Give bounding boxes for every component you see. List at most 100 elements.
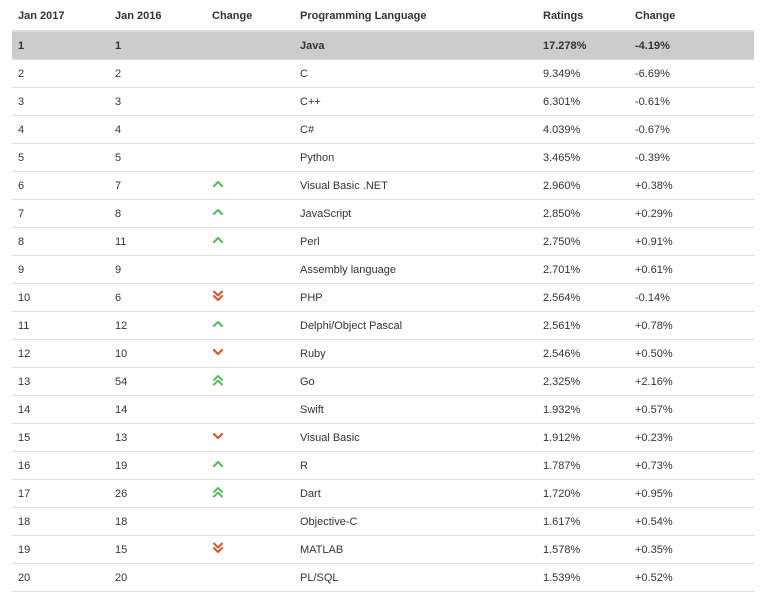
trend-cell: [206, 563, 294, 592]
language-cell: R: [294, 451, 537, 480]
change-cell: -0.61%: [629, 87, 754, 116]
rating-cell: 2.850%: [537, 199, 629, 228]
rank-2016-cell: 26: [109, 479, 206, 508]
chevron-up-icon: [212, 207, 224, 217]
change-cell: +0.91%: [629, 227, 754, 256]
trend-cell: [206, 115, 294, 144]
rating-cell: 6.301%: [537, 87, 629, 116]
change-cell: -6.69%: [629, 59, 754, 88]
rank-2016-cell: 6: [109, 283, 206, 312]
trend-cell: [206, 199, 294, 228]
change-cell: -0.14%: [629, 283, 754, 312]
rating-cell: 1.578%: [537, 535, 629, 564]
rank-2017-cell: 5: [12, 143, 109, 172]
trend-cell: [206, 59, 294, 88]
header-jan2017[interactable]: Jan 2017: [12, 2, 109, 32]
rank-2017-cell: 6: [12, 171, 109, 200]
rank-2016-cell: 20: [109, 563, 206, 592]
rating-cell: 2.546%: [537, 339, 629, 368]
trend-cell: [206, 171, 294, 200]
language-cell: Assembly language: [294, 255, 537, 284]
rank-2016-cell: 54: [109, 367, 206, 396]
header-jan2016[interactable]: Jan 2016: [109, 2, 206, 32]
rank-2017-cell: 13: [12, 367, 109, 396]
ranking-table: Jan 2017 Jan 2016 Change Programming Lan…: [12, 2, 754, 592]
table-row: 14 14 Swift 1.932% +0.57%: [12, 395, 754, 424]
table-row: 6 7 Visual Basic .NET 2.960% +0.38%: [12, 171, 754, 200]
language-cell: Python: [294, 143, 537, 172]
language-cell: Go: [294, 367, 537, 396]
rank-2016-cell: 15: [109, 535, 206, 564]
language-cell: C: [294, 59, 537, 88]
change-cell: +0.50%: [629, 339, 754, 368]
table-row: 10 6 PHP 2.564% -0.14%: [12, 283, 754, 312]
rating-cell: 4.039%: [537, 115, 629, 144]
rank-2017-cell: 8: [12, 227, 109, 256]
table-row: 16 19 R 1.787% +0.73%: [12, 451, 754, 480]
trend-cell: [206, 31, 294, 60]
rank-2017-cell: 11: [12, 311, 109, 340]
header-change-pct[interactable]: Change: [629, 2, 754, 32]
trend-cell: [206, 479, 294, 508]
table-row: 8 11 Perl 2.750% +0.91%: [12, 227, 754, 256]
trend-cell: [206, 423, 294, 452]
language-cell: C#: [294, 115, 537, 144]
rank-2017-cell: 18: [12, 507, 109, 536]
language-cell: Dart: [294, 479, 537, 508]
table-row: 18 18 Objective-C 1.617% +0.54%: [12, 507, 754, 536]
rank-2016-cell: 4: [109, 115, 206, 144]
change-cell: +0.29%: [629, 199, 754, 228]
table-row: 20 20 PL/SQL 1.539% +0.52%: [12, 563, 754, 592]
change-cell: -0.67%: [629, 115, 754, 144]
trend-cell: [206, 143, 294, 172]
chevron-up-icon: [212, 179, 224, 189]
header-change[interactable]: Change: [206, 2, 294, 32]
change-cell: +0.57%: [629, 395, 754, 424]
rank-2016-cell: 5: [109, 143, 206, 172]
trend-cell: [206, 339, 294, 368]
table-row: 12 10 Ruby 2.546% +0.50%: [12, 339, 754, 368]
change-cell: +0.52%: [629, 563, 754, 592]
rank-2016-cell: 10: [109, 339, 206, 368]
rating-cell: 2.960%: [537, 171, 629, 200]
rank-2017-cell: 9: [12, 255, 109, 284]
rank-2016-cell: 2: [109, 59, 206, 88]
trend-cell: [206, 311, 294, 340]
language-cell: C++: [294, 87, 537, 116]
rank-2017-cell: 19: [12, 535, 109, 564]
change-cell: +0.54%: [629, 507, 754, 536]
rank-2017-cell: 17: [12, 479, 109, 508]
language-cell: Visual Basic .NET: [294, 171, 537, 200]
table-row: 2 2 C 9.349% -6.69%: [12, 59, 754, 88]
trend-cell: [206, 227, 294, 256]
double-chevron-down-icon: [212, 290, 224, 302]
rating-cell: 1.720%: [537, 479, 629, 508]
rank-2017-cell: 2: [12, 59, 109, 88]
rating-cell: 2.750%: [537, 227, 629, 256]
rating-cell: 1.539%: [537, 563, 629, 592]
table-row: 9 9 Assembly language 2.701% +0.61%: [12, 255, 754, 284]
language-cell: MATLAB: [294, 535, 537, 564]
rank-2016-cell: 14: [109, 395, 206, 424]
trend-cell: [206, 255, 294, 284]
change-cell: +0.95%: [629, 479, 754, 508]
language-cell: Delphi/Object Pascal: [294, 311, 537, 340]
rating-cell: 1.912%: [537, 423, 629, 452]
header-ratings[interactable]: Ratings: [537, 2, 629, 32]
change-cell: -0.39%: [629, 143, 754, 172]
rank-2016-cell: 12: [109, 311, 206, 340]
rating-cell: 9.349%: [537, 59, 629, 88]
table-row: 11 12 Delphi/Object Pascal 2.561% +0.78%: [12, 311, 754, 340]
change-cell: +0.78%: [629, 311, 754, 340]
trend-cell: [206, 367, 294, 396]
trend-cell: [206, 283, 294, 312]
rank-2017-cell: 10: [12, 283, 109, 312]
rank-2016-cell: 11: [109, 227, 206, 256]
table-row: 1 1 Java 17.278% -4.19%: [12, 31, 754, 60]
trend-cell: [206, 395, 294, 424]
table-row: 15 13 Visual Basic 1.912% +0.23%: [12, 423, 754, 452]
trend-cell: [206, 87, 294, 116]
rank-2017-cell: 16: [12, 451, 109, 480]
language-cell: Swift: [294, 395, 537, 424]
header-language[interactable]: Programming Language: [294, 2, 537, 32]
